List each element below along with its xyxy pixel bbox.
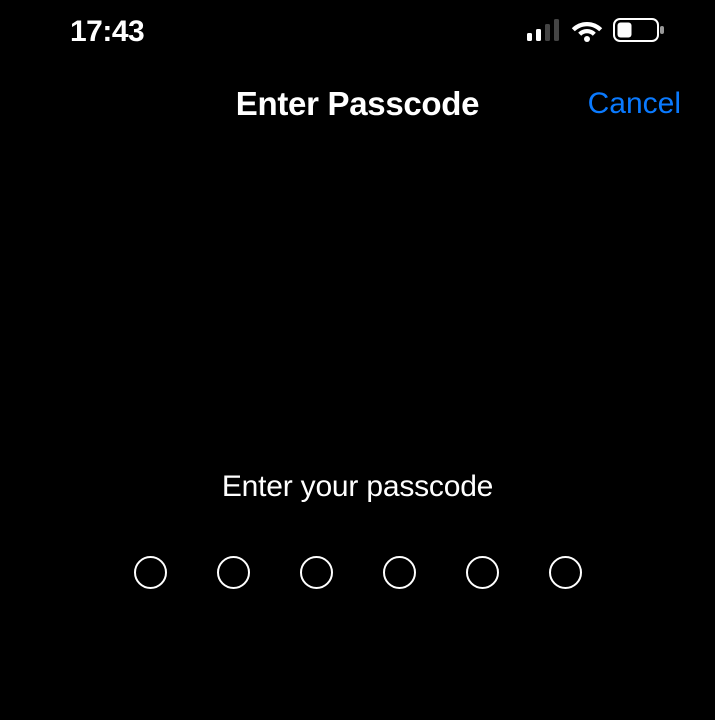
passcode-dot <box>549 556 582 589</box>
battery-icon <box>613 18 665 47</box>
cancel-button[interactable]: Cancel <box>588 87 681 121</box>
passcode-dot <box>466 556 499 589</box>
passcode-dot <box>300 556 333 589</box>
wifi-icon <box>571 18 603 47</box>
page-title: Enter Passcode <box>236 85 479 123</box>
passcode-dot <box>217 556 250 589</box>
status-time: 17:43 <box>70 15 144 49</box>
status-indicators <box>527 18 665 47</box>
passcode-dots[interactable] <box>134 556 582 589</box>
cellular-icon <box>527 19 561 46</box>
status-bar: 17:43 <box>0 0 715 64</box>
passcode-area: Enter your passcode <box>0 470 715 589</box>
passcode-dot <box>134 556 167 589</box>
passcode-prompt: Enter your passcode <box>222 470 493 504</box>
passcode-dot <box>383 556 416 589</box>
nav-header: Enter Passcode Cancel <box>0 64 715 144</box>
